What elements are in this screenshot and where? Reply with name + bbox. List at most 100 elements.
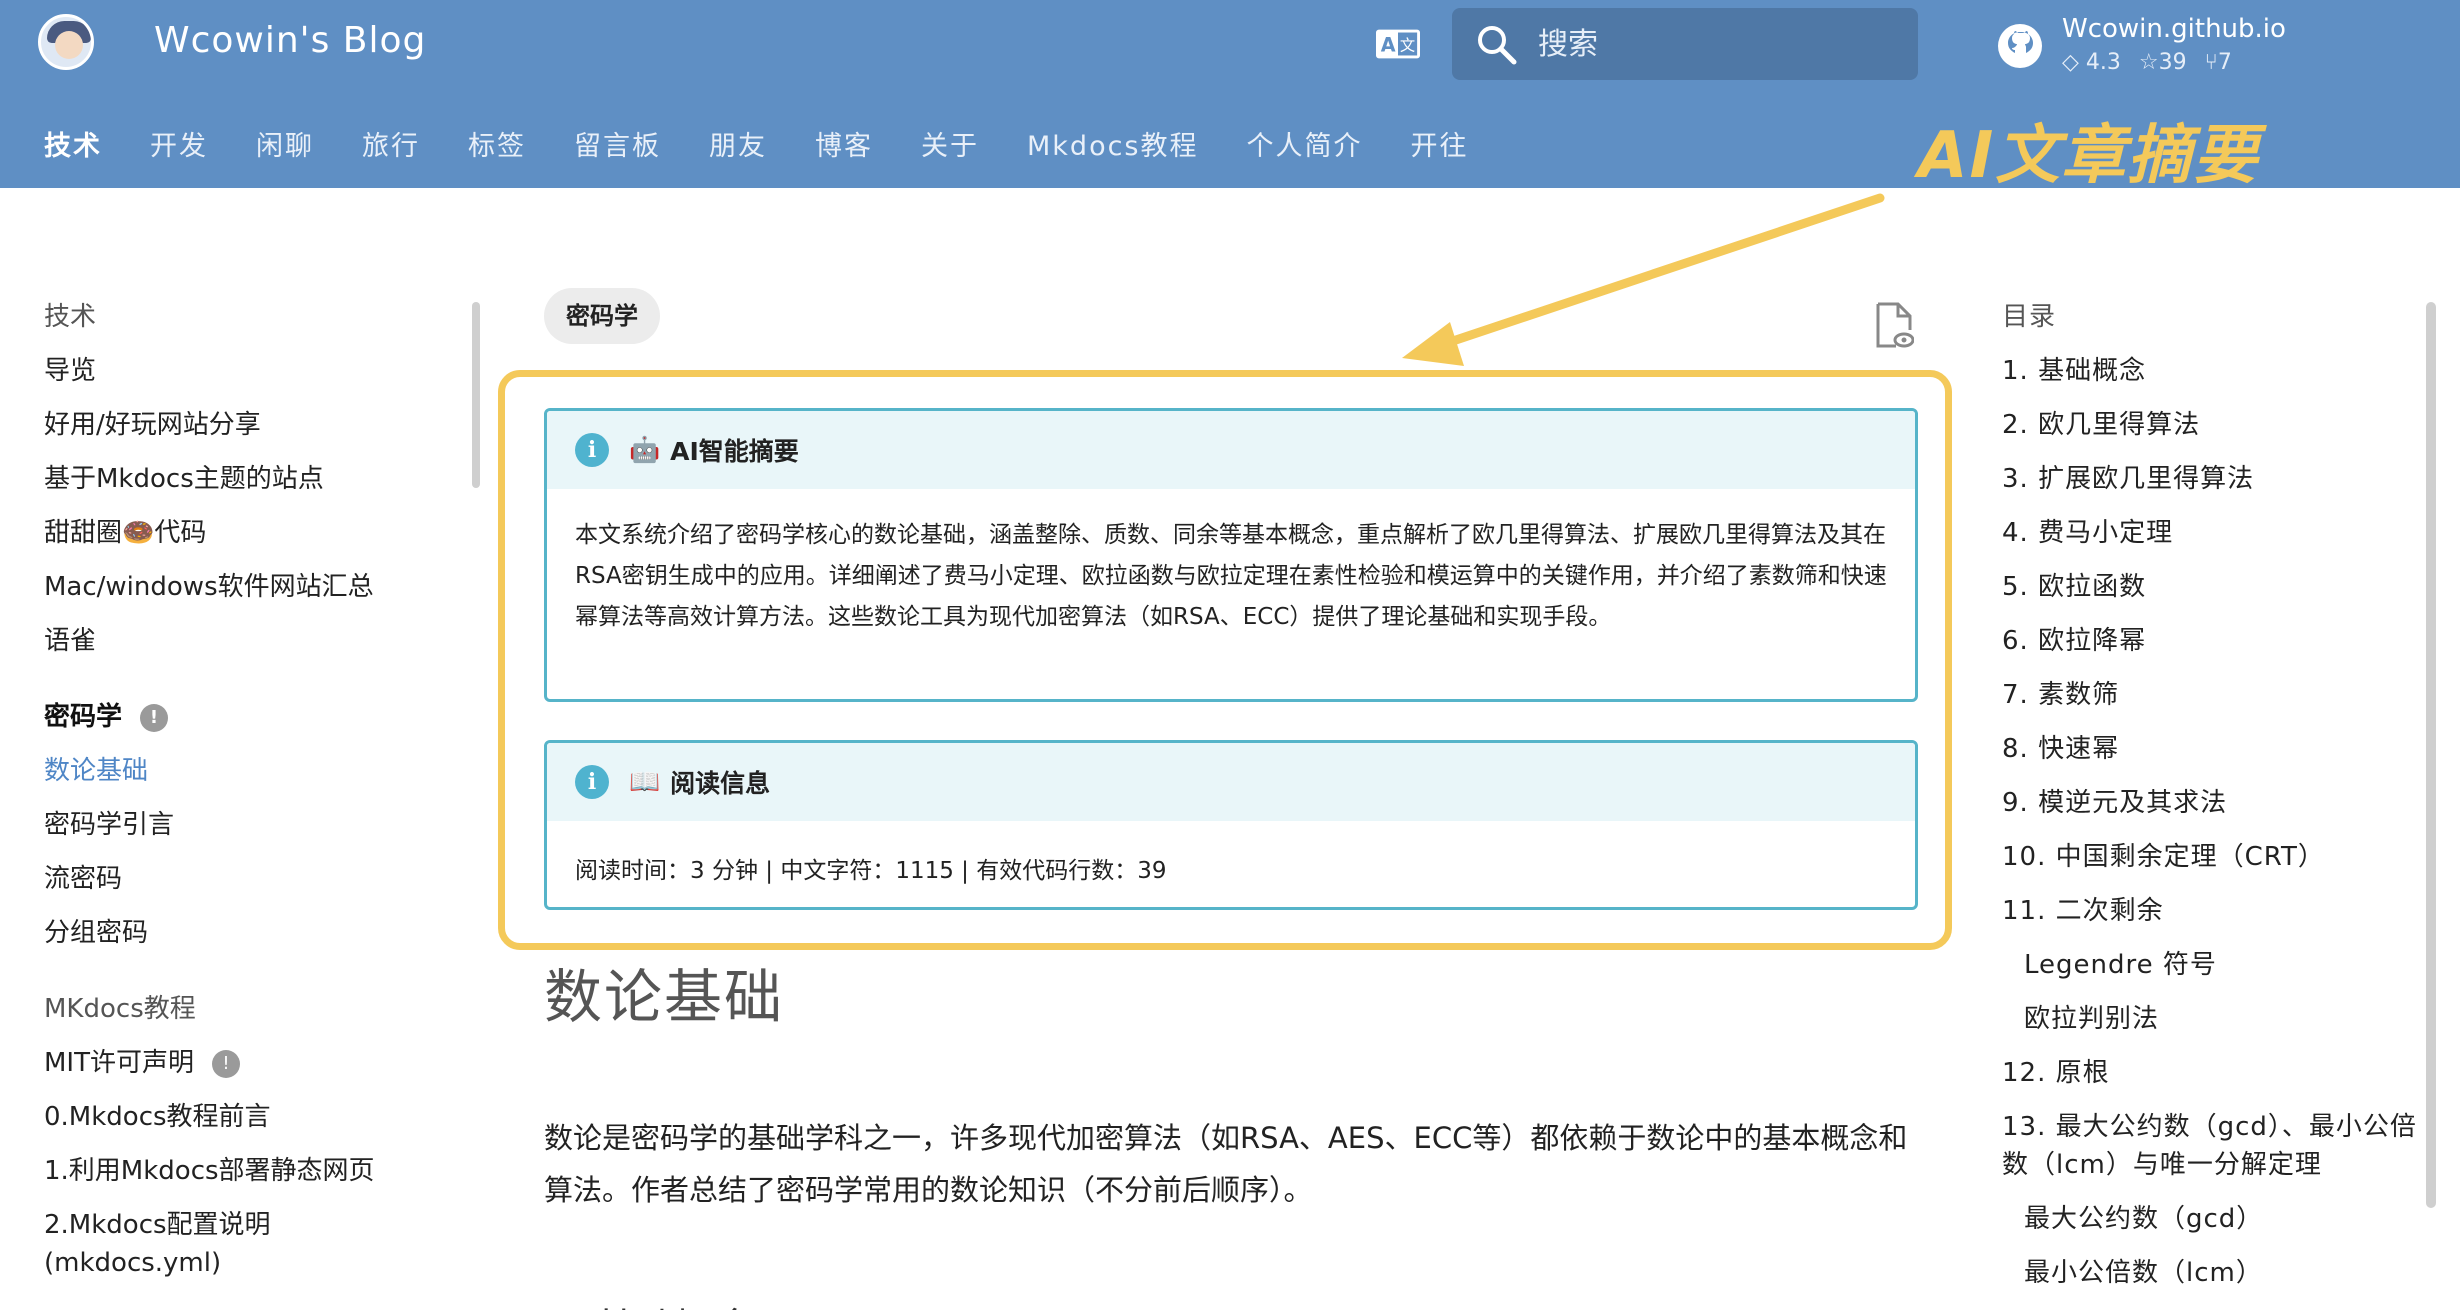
info-icon: i	[575, 433, 609, 467]
repo-stars: ☆39	[2139, 50, 2187, 75]
nav-heading-mkdocs: MKdocs教程	[44, 994, 196, 1024]
search-icon	[1478, 26, 1517, 65]
breadcrumb[interactable]: 密码学	[544, 288, 660, 344]
nav-heading-tech: 技术	[44, 302, 97, 332]
nav-item-number-theory[interactable]: 数论基础	[44, 744, 454, 798]
nav-item-guide[interactable]: 导览	[44, 344, 454, 398]
nav-item-block-cipher[interactable]: 分组密码	[44, 906, 454, 960]
tab-profile[interactable]: 个人简介	[1247, 124, 1363, 163]
left-sidebar: 技术 导览 好用/好玩网站分享 基于Mkdocs主题的站点 甜甜圈🍩代码 Mac…	[44, 290, 454, 1310]
book-icon: 📖	[629, 767, 661, 796]
toc-item[interactable]: 6. 欧拉降幂	[2002, 614, 2422, 668]
reading-info-text: 阅读时间：3 分钟 | 中文字符：1115 | 有效代码行数：39	[575, 858, 1167, 884]
ai-summary-title-text: AI智能摘要	[670, 437, 799, 466]
nav-item-yuque[interactable]: 语雀	[44, 614, 454, 668]
nav-item-donut-code[interactable]: 甜甜圈🍩代码	[44, 506, 454, 560]
tab-travelling[interactable]: 开往	[1411, 124, 1469, 163]
tab-dev[interactable]: 开发	[150, 124, 208, 163]
info-badge-icon: !	[140, 703, 169, 732]
repo-version: ◇ 4.3	[2062, 50, 2121, 75]
toc-item[interactable]: 3. 扩展欧几里得算法	[2002, 452, 2422, 506]
site-logo-avatar[interactable]	[38, 14, 94, 70]
robot-icon: 🤖	[629, 435, 661, 464]
intro-paragraph: 数论是密码学的基础学科之一，许多现代加密算法（如RSA、AES、ECC等）都依赖…	[544, 1121, 1908, 1207]
toc-item[interactable]: 1. 基础概念	[2002, 344, 2422, 398]
tab-tech[interactable]: 技术	[44, 124, 102, 163]
toc-subitem[interactable]: 最大公约数（gcd）	[2002, 1192, 2422, 1246]
left-sidebar-scrollbar[interactable]	[472, 302, 480, 488]
view-source-icon[interactable]	[1874, 302, 1914, 350]
page-title: 数论基础	[544, 963, 785, 1031]
nav-group-tech: 技术 导览 好用/好玩网站分享 基于Mkdocs主题的站点 甜甜圈🍩代码 Mac…	[44, 290, 454, 668]
tab-guestbook[interactable]: 留言板	[574, 124, 661, 163]
toc-subitem[interactable]: Legendre 符号	[2002, 938, 2422, 992]
section-heading: 1. 基础概念	[544, 1296, 755, 1310]
toc-item[interactable]: 7. 素数筛	[2002, 668, 2422, 722]
info-icon: i	[575, 765, 609, 799]
toc-item[interactable]: 13. 最大公约数（gcd）、最小公倍数（lcm）与唯一分解定理	[2002, 1100, 2422, 1192]
nav-item-stream-cipher[interactable]: 流密码	[44, 852, 454, 906]
ai-summary-admonition: i 🤖 AI智能摘要 本文系统介绍了密码学核心的数论基础，涵盖整除、质数、同余等…	[544, 408, 1918, 702]
nav-section-crypto[interactable]: 密码学!	[44, 690, 454, 744]
fork-icon: ⑂	[2204, 50, 2218, 75]
toc-scrollbar[interactable]	[2426, 302, 2436, 1208]
toc-item[interactable]: 10. 中国剩余定理（CRT）	[2002, 830, 2422, 884]
toc-item[interactable]: 12. 原根	[2002, 1046, 2422, 1100]
github-icon	[1998, 24, 2042, 68]
star-icon: ☆	[2138, 50, 2159, 75]
toc-item[interactable]: 8. 快速幂	[2002, 722, 2422, 776]
tab-tags[interactable]: 标签	[468, 124, 526, 163]
repo-stats: ◇ 4.3 ☆39 ⑂7	[2062, 50, 2232, 75]
toc-subitem[interactable]: 最小公倍数（lcm）	[2002, 1246, 2422, 1300]
nav-item-mit[interactable]: MIT许可声明!	[44, 1036, 454, 1090]
toc-item[interactable]: 9. 模逆元及其求法	[2002, 776, 2422, 830]
nav-item-mit-label: MIT许可声明	[44, 1048, 194, 1078]
svg-text:文: 文	[1400, 37, 1415, 55]
tab-about[interactable]: 关于	[921, 124, 979, 163]
site-title[interactable]: Wcowin's Blog	[154, 20, 426, 61]
repo-forks: ⑂7	[2205, 50, 2232, 75]
svg-text:A: A	[1381, 34, 1396, 57]
repo-name: Wcowin.github.io	[2062, 14, 2286, 44]
ai-summary-text: 本文系统介绍了密码学核心的数论基础，涵盖整除、质数、同余等基本概念，重点解析了欧…	[575, 522, 1887, 630]
nav-item-sites[interactable]: 好用/好玩网站分享	[44, 398, 454, 452]
toc-item[interactable]: 5. 欧拉函数	[2002, 560, 2422, 614]
tab-blog[interactable]: 博客	[815, 124, 873, 163]
nav-section-crypto-label: 密码学	[44, 702, 123, 732]
toc-item[interactable]: 2. 欧几里得算法	[2002, 398, 2422, 452]
toc-title: 目录	[2002, 302, 2057, 332]
avatar-face	[55, 31, 83, 59]
tab-friends[interactable]: 朋友	[709, 124, 767, 163]
nav-group-mkdocs: MKdocs教程 MIT许可声明! 0.Mkdocs教程前言 1.利用Mkdoc…	[44, 982, 454, 1290]
repo-version-value: 4.3	[2085, 50, 2121, 75]
translate-icon[interactable]: A文	[1376, 24, 1420, 64]
reading-info-title[interactable]: i 📖 阅读信息	[547, 743, 1915, 821]
ai-summary-title[interactable]: i 🤖 AI智能摘要	[547, 411, 1915, 489]
nav-item-mkdocs-preface[interactable]: 0.Mkdocs教程前言	[44, 1090, 454, 1144]
search-box[interactable]	[1452, 8, 1918, 80]
repo-stars-value: 39	[2158, 50, 2187, 75]
toc-subitem[interactable]: 欧拉判别法	[2002, 992, 2422, 1046]
search-input[interactable]	[1538, 20, 1898, 68]
tab-travel[interactable]: 旅行	[362, 124, 420, 163]
nav-item-mkdocs-sites[interactable]: 基于Mkdocs主题的站点	[44, 452, 454, 506]
tab-chat[interactable]: 闲聊	[256, 124, 314, 163]
annotation-arrow	[1402, 193, 1885, 366]
nav-group-crypto: 密码学! 数论基础 密码学引言 流密码 分组密码	[44, 690, 454, 960]
table-of-contents: 目录 1. 基础概念 2. 欧几里得算法 3. 扩展欧几里得算法 4. 费马小定…	[2002, 290, 2422, 1300]
toc-item[interactable]: 4. 费马小定理	[2002, 506, 2422, 560]
nav-item-crypto-intro[interactable]: 密码学引言	[44, 798, 454, 852]
toc-item[interactable]: 11. 二次剩余	[2002, 884, 2422, 938]
github-repo-link[interactable]: Wcowin.github.io ◇ 4.3 ☆39 ⑂7	[1996, 12, 2286, 76]
repo-forks-value: 7	[2217, 50, 2232, 75]
tag-icon: ◇	[2062, 50, 2079, 75]
nav-item-mkdocs-config[interactable]: 2.Mkdocs配置说明(mkdocs.yml)	[44, 1198, 404, 1290]
reading-info-admonition: i 📖 阅读信息 阅读时间：3 分钟 | 中文字符：1115 | 有效代码行数：…	[544, 740, 1918, 910]
info-badge-icon: !	[211, 1049, 240, 1078]
reading-info-title-text: 阅读信息	[670, 769, 771, 798]
nav-item-mkdocs-deploy[interactable]: 1.利用Mkdocs部署静态网页	[44, 1144, 454, 1198]
tab-mkdocs[interactable]: Mkdocs教程	[1027, 124, 1199, 163]
annotation-label: AI文章摘要	[1918, 119, 2260, 193]
nav-tabs: 技术 开发 闲聊 旅行 标签 留言板 朋友 博客 关于 Mkdocs教程 个人简…	[44, 124, 1469, 163]
nav-item-software[interactable]: Mac/windows软件网站汇总	[44, 560, 454, 614]
